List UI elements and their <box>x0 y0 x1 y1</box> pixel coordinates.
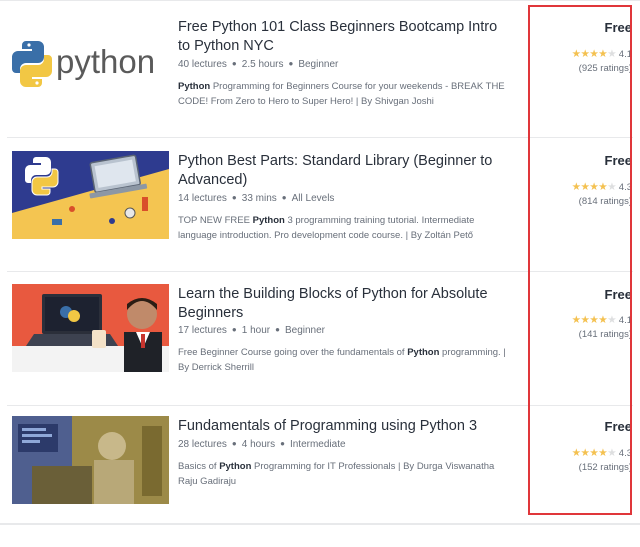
course-title[interactable]: Free Python 101 Class Beginners Bootcamp… <box>178 18 508 56</box>
lecture-count: 40 lectures <box>178 59 227 70</box>
course-title[interactable]: Learn the Building Blocks of Python for … <box>178 285 508 323</box>
bottom-divider <box>0 523 640 525</box>
course-description: Python Programming for Beginners Course … <box>178 81 505 107</box>
course-level: Intermediate <box>289 439 346 450</box>
thumbnail-logo-text: python <box>56 43 155 80</box>
bullet-icon: ● <box>231 59 237 68</box>
lecture-count: 14 lectures <box>178 193 227 204</box>
course-level: Beginner <box>298 59 339 70</box>
bullet-icon: ● <box>275 325 280 334</box>
instructor-laptop-illustration-icon <box>12 284 169 372</box>
programming-photo-icon <box>12 416 169 504</box>
course-thumbnail[interactable] <box>12 416 169 504</box>
course-description: Free Beginner Course going over the fund… <box>178 347 506 373</box>
course-title[interactable]: Python Best Parts: Standard Library (Beg… <box>178 152 508 190</box>
bullet-icon: ● <box>231 325 237 334</box>
course-description: TOP NEW FREE Python 3 programming traini… <box>178 215 475 241</box>
course-level: All Levels <box>291 193 335 204</box>
course-duration: 1 hour <box>241 325 271 336</box>
course-duration: 4 hours <box>241 439 276 450</box>
price-column-highlight-box <box>528 5 632 515</box>
bullet-icon: ● <box>280 439 285 448</box>
top-divider <box>0 0 640 1</box>
course-thumbnail[interactable] <box>12 151 169 239</box>
course-meta: 40 lectures ● 2.5 hours ● Beginner <box>178 59 338 70</box>
lecture-count: 17 lectures <box>178 325 227 336</box>
course-thumbnail[interactable]: python <box>12 21 169 109</box>
course-meta: 17 lectures ● 1 hour ● Beginner <box>178 325 325 336</box>
course-duration: 2.5 hours <box>241 59 284 70</box>
course-level: Beginner <box>284 325 325 336</box>
bullet-icon: ● <box>288 59 294 68</box>
course-meta: 14 lectures ● 33 mins ● All Levels <box>178 193 334 204</box>
course-thumbnail[interactable] <box>12 284 169 372</box>
course-duration: 33 mins <box>241 193 277 204</box>
bullet-icon: ● <box>231 193 237 202</box>
bullet-icon: ● <box>281 193 287 202</box>
course-description: Basics of Python Programming for IT Prof… <box>178 461 495 487</box>
course-title[interactable]: Fundamentals of Programming using Python… <box>178 417 508 436</box>
bullet-icon: ● <box>231 439 237 448</box>
lecture-count: 28 lectures <box>178 439 227 450</box>
python-stdlib-illustration-icon <box>12 151 169 239</box>
course-meta: 28 lectures ● 4 hours ● Intermediate <box>178 439 346 450</box>
python-logo-icon: python <box>12 21 169 109</box>
